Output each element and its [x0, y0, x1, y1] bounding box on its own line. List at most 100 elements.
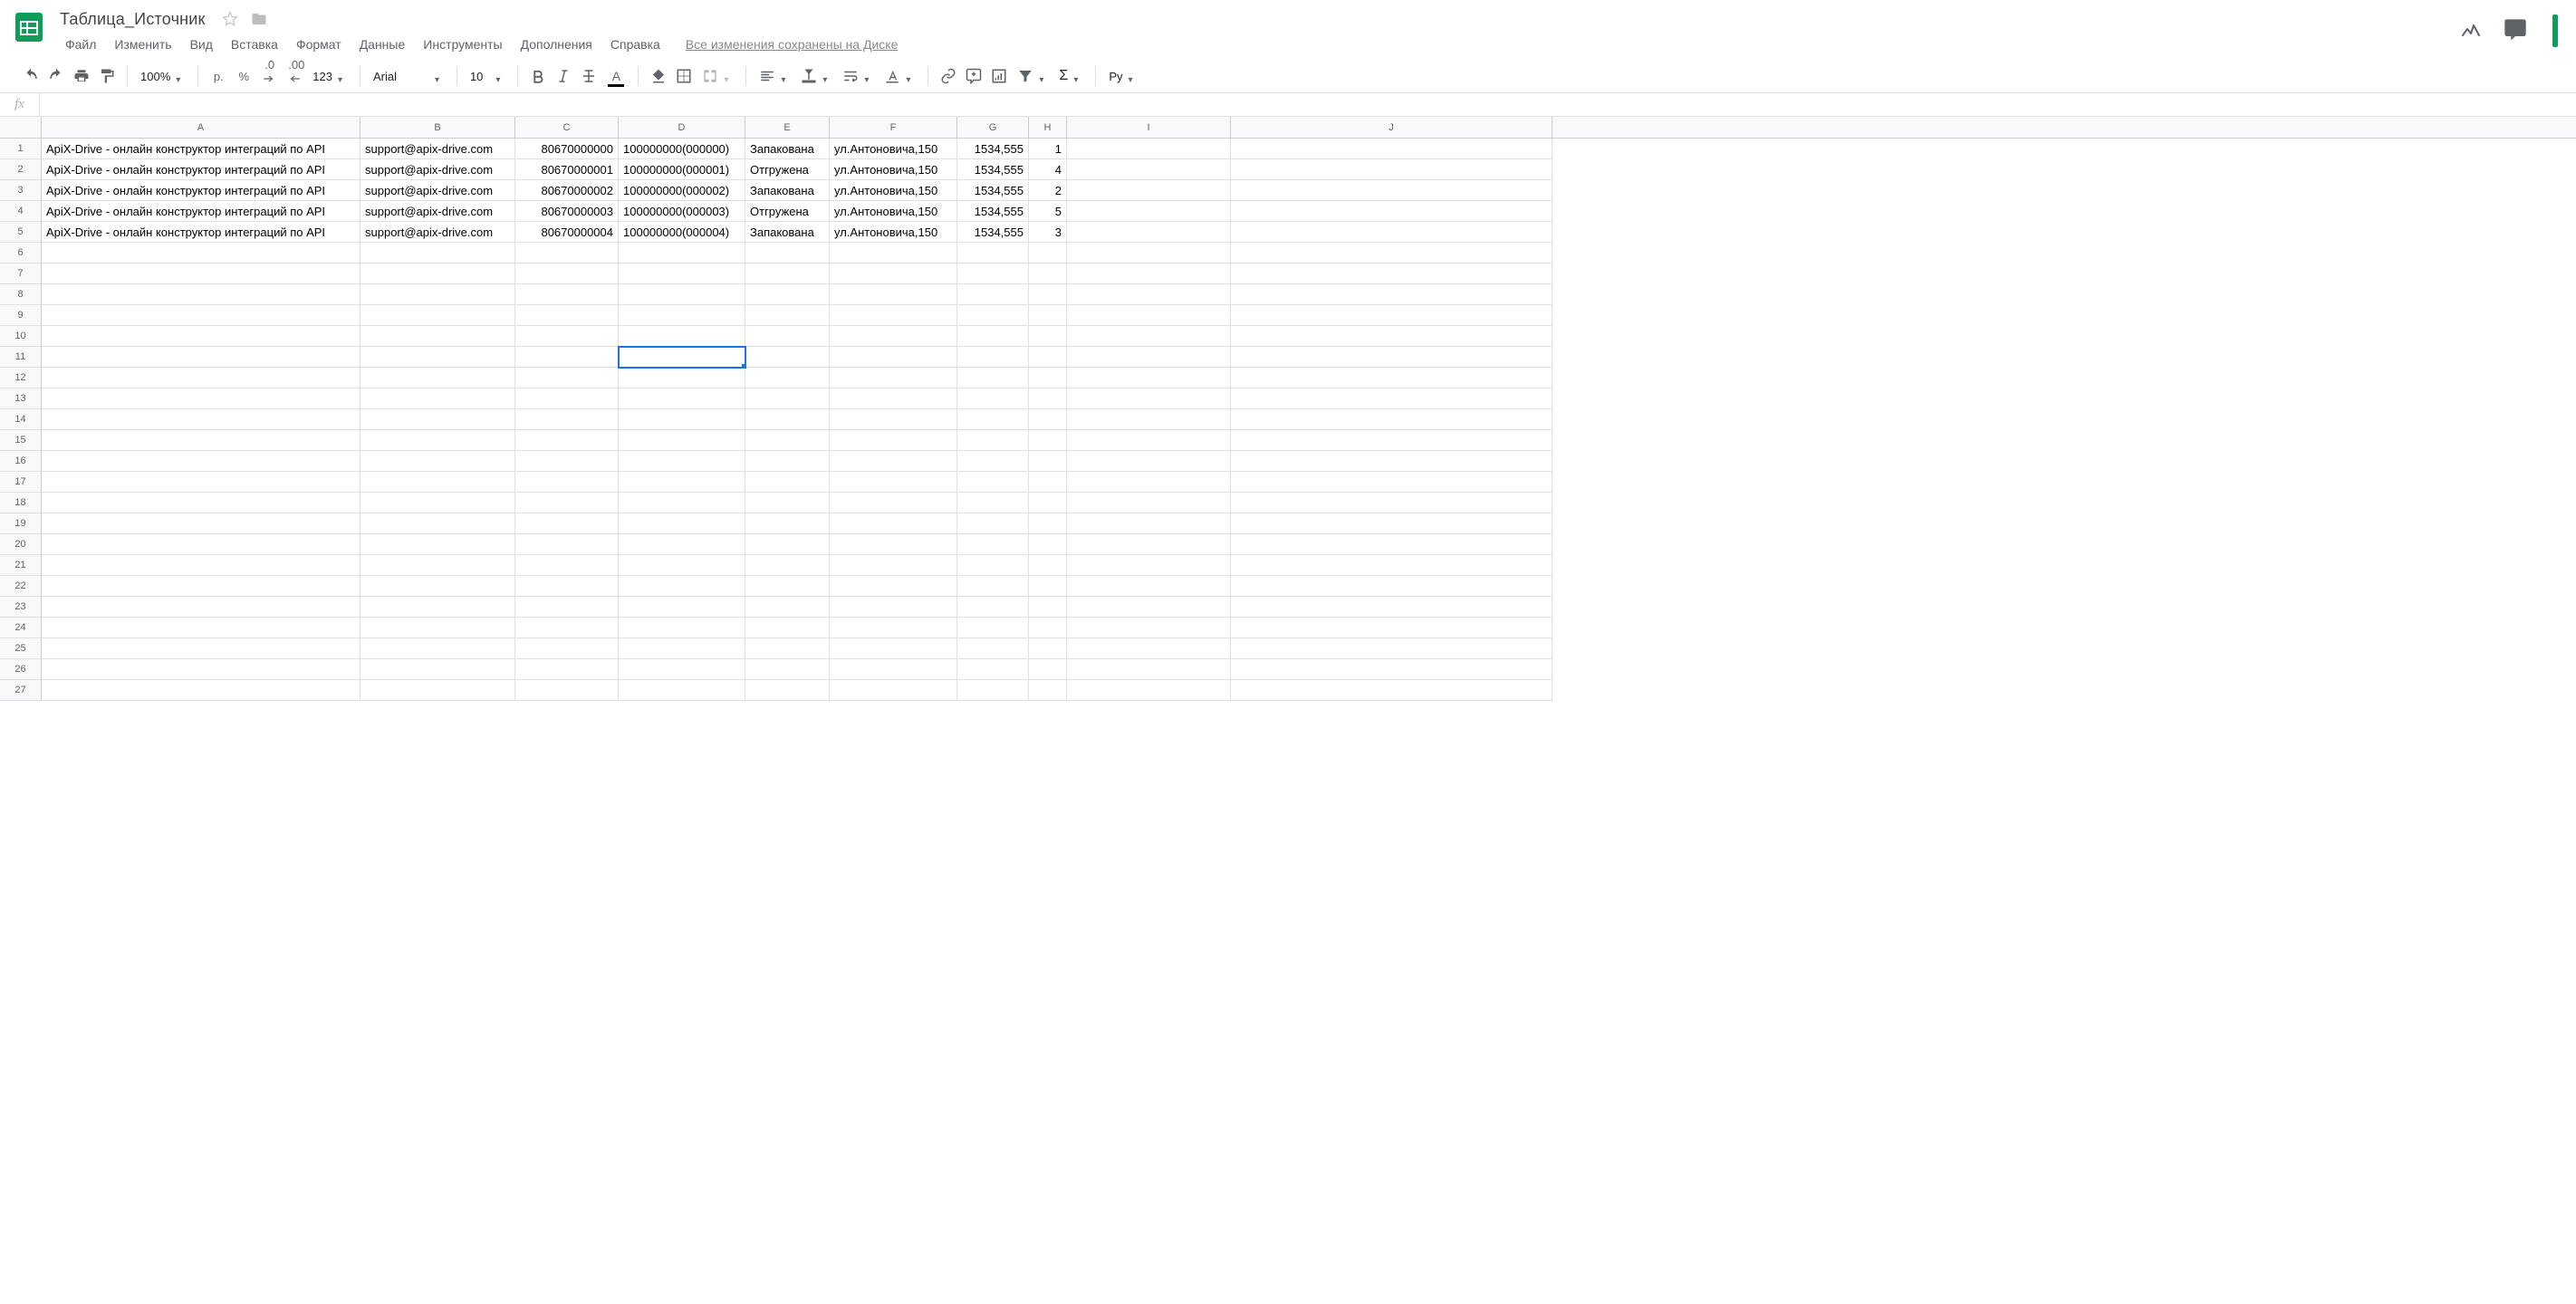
print-button[interactable]: [69, 63, 94, 89]
cell-C26[interactable]: [515, 659, 619, 680]
redo-button[interactable]: [43, 63, 69, 89]
column-header-H[interactable]: H: [1029, 117, 1067, 138]
cell-F13[interactable]: [830, 388, 957, 409]
cell-F12[interactable]: [830, 368, 957, 388]
cell-G16[interactable]: [957, 451, 1029, 472]
row-header[interactable]: 19: [0, 513, 42, 534]
cell-G12[interactable]: [957, 368, 1029, 388]
percent-button[interactable]: %: [231, 63, 256, 89]
strikethrough-button[interactable]: [576, 63, 601, 89]
cell-E4[interactable]: Отгружена: [745, 201, 830, 222]
cell-H23[interactable]: [1029, 597, 1067, 618]
cell-D2[interactable]: 100000000(000001): [619, 159, 745, 180]
cell-H13[interactable]: [1029, 388, 1067, 409]
cell-E20[interactable]: [745, 534, 830, 555]
cell-J20[interactable]: [1231, 534, 1552, 555]
row-header[interactable]: 5: [0, 222, 42, 243]
cell-C17[interactable]: [515, 472, 619, 493]
cell-D11[interactable]: [619, 347, 745, 368]
cell-J7[interactable]: [1231, 264, 1552, 284]
cell-B12[interactable]: [360, 368, 515, 388]
cell-D8[interactable]: [619, 284, 745, 305]
cell-B21[interactable]: [360, 555, 515, 576]
cell-G26[interactable]: [957, 659, 1029, 680]
cell-I26[interactable]: [1067, 659, 1231, 680]
cell-J21[interactable]: [1231, 555, 1552, 576]
cell-J16[interactable]: [1231, 451, 1552, 472]
cell-F15[interactable]: [830, 430, 957, 451]
row-header[interactable]: 10: [0, 326, 42, 347]
cell-D24[interactable]: [619, 618, 745, 638]
cell-G2[interactable]: 1534,555: [957, 159, 1029, 180]
cell-D18[interactable]: [619, 493, 745, 513]
cell-B9[interactable]: [360, 305, 515, 326]
column-header-E[interactable]: E: [745, 117, 830, 138]
cell-A7[interactable]: [42, 264, 360, 284]
cell-G21[interactable]: [957, 555, 1029, 576]
cell-G7[interactable]: [957, 264, 1029, 284]
cell-G14[interactable]: [957, 409, 1029, 430]
cell-E12[interactable]: [745, 368, 830, 388]
decimal-increase-button[interactable]: .00: [282, 63, 307, 89]
cell-A3[interactable]: ApiX-Drive - онлайн конструктор интеграц…: [42, 180, 360, 201]
cell-I14[interactable]: [1067, 409, 1231, 430]
cell-H17[interactable]: [1029, 472, 1067, 493]
cell-C19[interactable]: [515, 513, 619, 534]
row-header[interactable]: 11: [0, 347, 42, 368]
cell-F8[interactable]: [830, 284, 957, 305]
cell-C7[interactable]: [515, 264, 619, 284]
cell-E22[interactable]: [745, 576, 830, 597]
cell-F14[interactable]: [830, 409, 957, 430]
cell-I13[interactable]: [1067, 388, 1231, 409]
functions-button[interactable]: Σ: [1053, 63, 1088, 89]
font-family-combo[interactable]: Arial: [368, 63, 449, 89]
row-header[interactable]: 23: [0, 597, 42, 618]
undo-button[interactable]: [18, 63, 43, 89]
cell-D21[interactable]: [619, 555, 745, 576]
cell-I27[interactable]: [1067, 680, 1231, 701]
cell-A4[interactable]: ApiX-Drive - онлайн конструктор интеграц…: [42, 201, 360, 222]
activity-icon[interactable]: [2460, 20, 2482, 42]
cell-G20[interactable]: [957, 534, 1029, 555]
cell-E7[interactable]: [745, 264, 830, 284]
cell-F16[interactable]: [830, 451, 957, 472]
cell-I4[interactable]: [1067, 201, 1231, 222]
row-header[interactable]: 20: [0, 534, 42, 555]
row-header[interactable]: 21: [0, 555, 42, 576]
cell-E5[interactable]: Запакована: [745, 222, 830, 243]
cell-E26[interactable]: [745, 659, 830, 680]
cell-D4[interactable]: 100000000(000003): [619, 201, 745, 222]
cell-E27[interactable]: [745, 680, 830, 701]
cell-B6[interactable]: [360, 243, 515, 264]
insert-comment-button[interactable]: [961, 63, 986, 89]
menu-view[interactable]: Вид: [181, 35, 222, 53]
cell-I5[interactable]: [1067, 222, 1231, 243]
cell-D23[interactable]: [619, 597, 745, 618]
cell-H16[interactable]: [1029, 451, 1067, 472]
row-header[interactable]: 26: [0, 659, 42, 680]
cell-C24[interactable]: [515, 618, 619, 638]
cell-D15[interactable]: [619, 430, 745, 451]
cell-G22[interactable]: [957, 576, 1029, 597]
cell-A17[interactable]: [42, 472, 360, 493]
cell-H1[interactable]: 1: [1029, 139, 1067, 159]
cell-H22[interactable]: [1029, 576, 1067, 597]
cell-E21[interactable]: [745, 555, 830, 576]
cell-H18[interactable]: [1029, 493, 1067, 513]
cell-C14[interactable]: [515, 409, 619, 430]
cell-I3[interactable]: [1067, 180, 1231, 201]
save-state[interactable]: Все изменения сохранены на Диске: [686, 37, 899, 52]
cell-D19[interactable]: [619, 513, 745, 534]
cell-E18[interactable]: [745, 493, 830, 513]
comments-button[interactable]: [2502, 17, 2533, 44]
cell-H14[interactable]: [1029, 409, 1067, 430]
cell-D25[interactable]: [619, 638, 745, 659]
cell-A18[interactable]: [42, 493, 360, 513]
cell-A26[interactable]: [42, 659, 360, 680]
cell-J4[interactable]: [1231, 201, 1552, 222]
cell-A16[interactable]: [42, 451, 360, 472]
cell-J17[interactable]: [1231, 472, 1552, 493]
cell-G3[interactable]: 1534,555: [957, 180, 1029, 201]
menu-format[interactable]: Формат: [287, 35, 351, 53]
cell-J14[interactable]: [1231, 409, 1552, 430]
